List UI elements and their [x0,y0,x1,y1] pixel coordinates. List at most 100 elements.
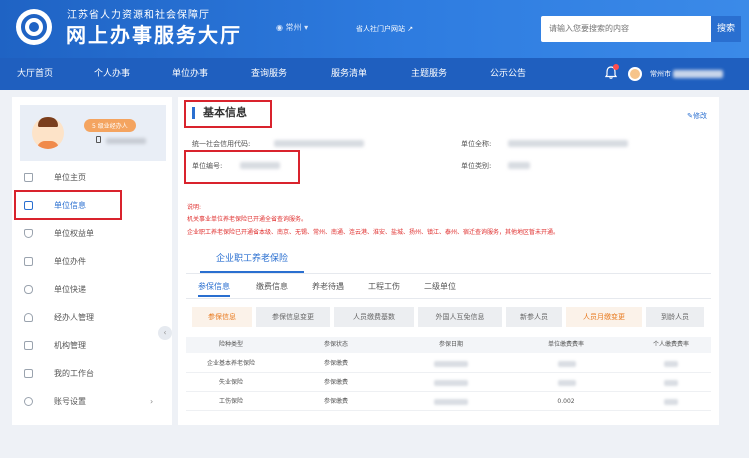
sidebar-item-account[interactable]: 账号设置 › [12,389,172,415]
cell-personal-rate-redacted [664,361,678,367]
nav-item-notice[interactable]: 公示公告 [490,58,526,90]
cell-insurance-type: 企业基本养老保险 [206,360,255,367]
sidebar: 5 级业经办人 单位主页 单位信息 单位权益单 单位办件 单位快递 经办人管理 … [12,97,172,425]
column-header: 险种类型 [218,341,243,348]
notice-line: 企业职工养老保险已开通省本级、南京、无锡、常州、南通、连云港、淮安、盐城、扬州、… [187,229,560,236]
cell-status: 参保缴费 [323,379,348,386]
notice-line: 机关事业单位养老保险已开通全省查询服务。 [187,216,308,223]
search-input[interactable] [541,16,711,42]
highlight-box-unit-info [14,190,122,220]
sidebar-item-workbench[interactable]: 我的工作台 [12,361,172,387]
column-header: 参保状态 [323,341,348,348]
cell-unit-rate-redacted [558,361,576,367]
button-tab-foreigner-exempt[interactable]: 外国人互免信息 [418,307,502,327]
express-icon [24,285,33,294]
cell-status: 参保缴费 [323,398,348,405]
cell-date-redacted [434,380,468,386]
avatar [32,117,64,149]
credit-code-label: 统一社会信用代码: [192,140,251,148]
cell-status: 参保缴费 [323,360,348,367]
tab-divider [186,273,711,274]
cell-date-redacted [434,399,468,405]
subtab-insured-info[interactable]: 参保信息 [198,281,230,297]
site-header: 江苏省人力资源和社会保障厅 网上办事服务大厅 ◉ 常州 ▾ 省人社门户网站 ↗ … [0,0,749,58]
sidebar-item-agents[interactable]: 经办人管理 [12,305,172,331]
main-nav: 大厅首页 个人办事 单位办事 查询服务 服务清单 主题服务 公示公告 常州市 [0,58,749,90]
cell-date-redacted [434,361,468,367]
cell-personal-rate-redacted [664,399,678,405]
chevron-down-icon: ▾ [304,23,309,32]
search-button[interactable]: 搜索 [711,16,741,42]
cell-unit-rate-redacted [558,380,576,386]
nav-item-query[interactable]: 查询服务 [251,58,287,90]
sidebar-item-label: 单位快递 [54,285,86,294]
highlight-box-basic-info [184,100,272,128]
table-row[interactable]: 失业保险 参保缴费 [186,374,711,392]
city-label: 常州 [285,23,302,32]
tab-enterprise-pension[interactable]: 企业职工养老保险 [200,245,304,273]
user-avatar[interactable] [628,67,642,81]
sidebar-item-org[interactable]: 机构管理 [12,333,172,359]
unit-name-value [508,140,628,147]
nav-item-home[interactable]: 大厅首页 [17,58,53,90]
sidebar-item-label: 单位办件 [54,257,86,266]
cell-insurance-type: 工伤保险 [218,398,243,405]
file-icon [24,257,33,266]
unit-type-value [508,162,530,169]
nav-item-unit[interactable]: 单位办事 [172,58,208,90]
edit-button[interactable]: ✎修改 [687,111,707,121]
site-title: 网上办事服务大厅 [66,23,242,47]
settings-icon [24,397,33,406]
subtab-payment-info[interactable]: 缴费信息 [256,281,288,297]
cell-personal-rate-redacted [664,380,678,386]
button-tab-payment-base[interactable]: 人员缴费基数 [334,307,414,327]
table-header: 险种类型 参保状态 参保日期 单位缴费费率 个人缴费费率 [186,337,711,353]
button-tab-new-members[interactable]: 新参人员 [506,307,562,327]
nav-item-service-list[interactable]: 服务清单 [331,58,367,90]
credit-code-value [274,140,364,147]
cell-insurance-type: 失业保险 [218,379,243,386]
sidebar-item-cases[interactable]: 单位办件 [12,249,172,275]
unit-type-label: 单位类别: [461,162,492,170]
page-footer-background [0,430,749,458]
subtab-divider [186,298,711,299]
column-header: 单位缴费费率 [547,341,584,348]
location-pin-icon: ◉ [276,23,283,32]
portal-link-label: 省人社门户网站 [356,25,405,33]
table-row[interactable]: 工伤保险 参保缴费 0.002 [186,393,711,411]
button-tab-insured-change[interactable]: 参保信息变更 [256,307,330,327]
subtab-work-injury[interactable]: 工程工伤 [368,281,400,297]
chevron-right-icon: › [150,397,154,406]
profile-card: 5 级业经办人 [20,105,166,161]
nav-item-personal[interactable]: 个人办事 [94,58,130,90]
redacted-phone [106,138,146,144]
nav-item-topic[interactable]: 主题服务 [411,58,447,90]
desk-icon [24,369,33,378]
sidebar-item-home[interactable]: 单位主页 [12,165,172,191]
column-header: 个人缴费费率 [652,341,689,348]
collapse-sidebar-button[interactable]: ‹ [158,326,172,340]
city-select[interactable]: ◉ 常州 ▾ [276,22,308,33]
unit-name-label: 单位全称: [461,140,492,148]
logo-icon[interactable] [16,9,52,45]
subtab-pension-benefits[interactable]: 养老待遇 [312,281,344,297]
button-tab-insured-info[interactable]: 参保信息 [192,307,252,327]
sidebar-item-express[interactable]: 单位快递 [12,277,172,303]
cell-unit-rate: 0.002 [557,398,575,405]
external-link-icon: ↗ [407,25,414,33]
sidebar-item-rights[interactable]: 单位权益单 [12,221,172,247]
column-header: 参保日期 [438,341,463,348]
sidebar-item-label: 账号设置 [54,397,86,406]
portal-link[interactable]: 省人社门户网站 ↗ [356,24,413,34]
notice-title: 说明: [187,204,202,211]
user-city-label: 常州市 [650,70,671,78]
button-tab-monthly-change[interactable]: 人员月缴变更 [566,307,642,327]
button-tab-retirement-age[interactable]: 到龄人员 [646,307,704,327]
notification-badge [613,64,619,70]
table-row[interactable]: 企业基本养老保险 参保缴费 [186,355,711,373]
shield-icon [24,229,33,238]
subtab-secondary-unit[interactable]: 二级单位 [424,281,456,297]
person-icon [24,313,33,322]
user-menu[interactable]: 常州市 [650,58,724,90]
role-badge: 5 级业经办人 [84,119,136,132]
